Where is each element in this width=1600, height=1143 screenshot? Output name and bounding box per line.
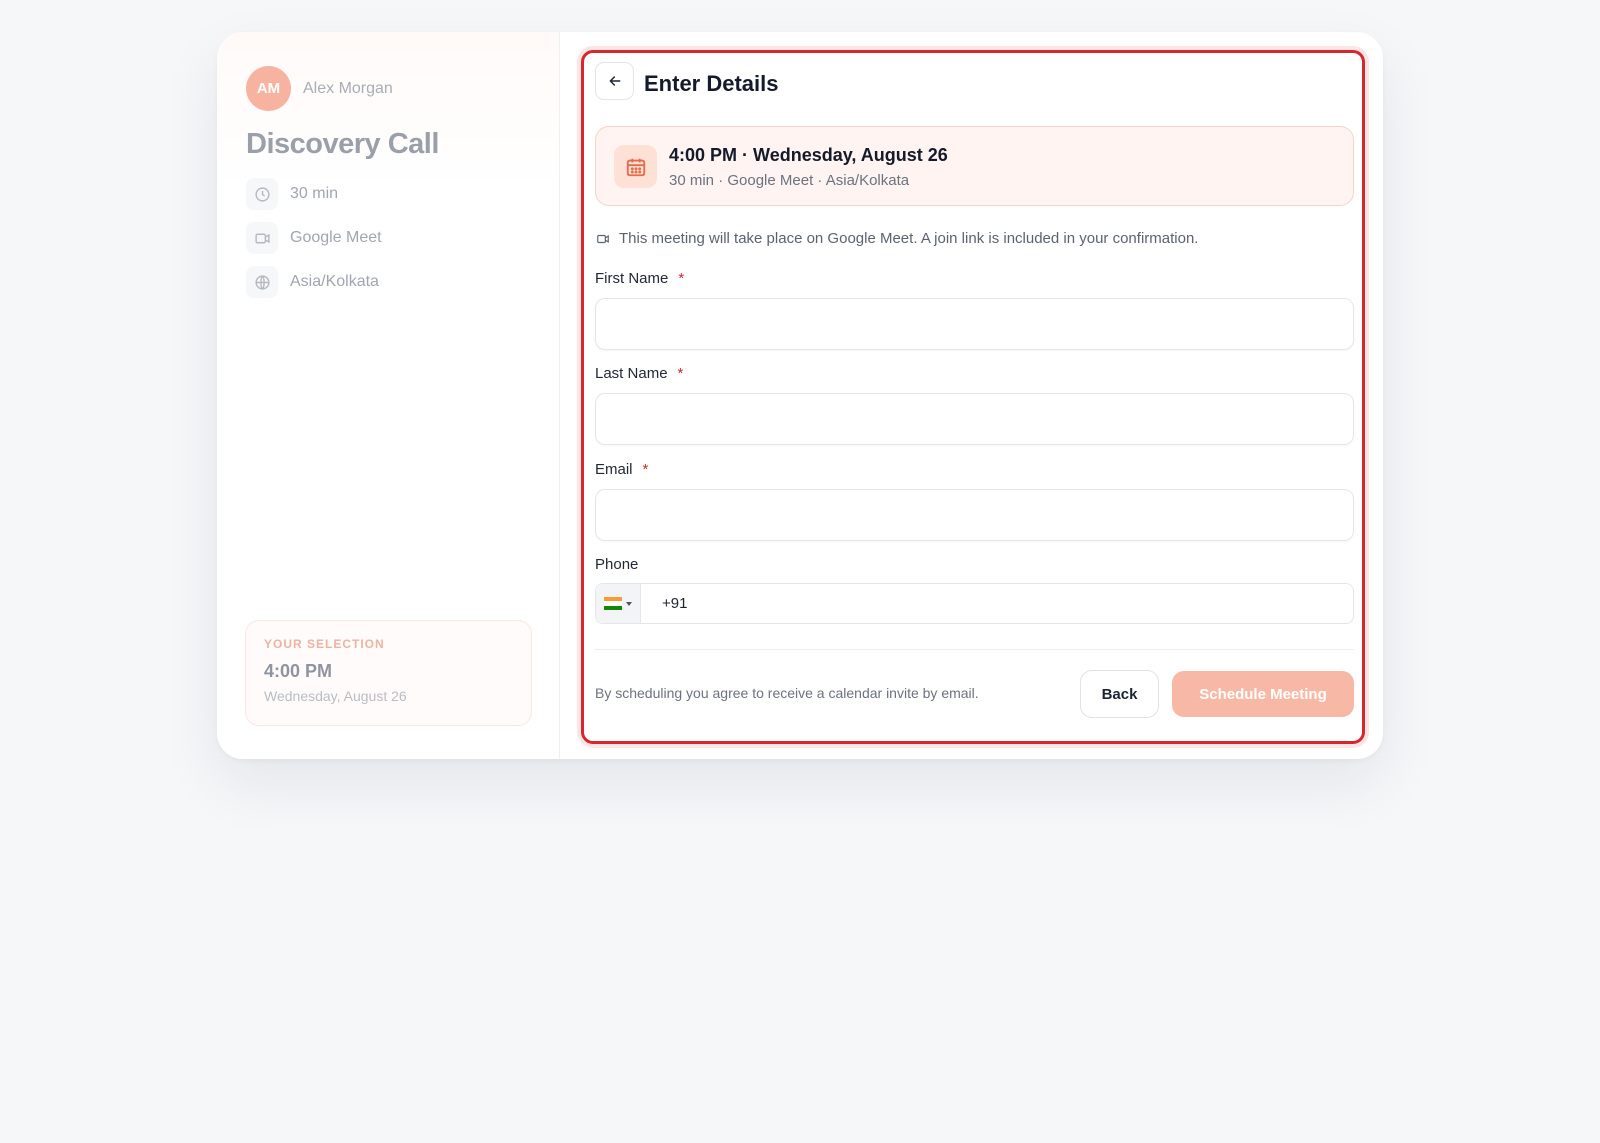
first-name-label-text: First Name — [595, 270, 669, 287]
required-mark: * — [677, 365, 684, 382]
event-duration: 30 min — [246, 178, 338, 210]
india-flag-icon — [604, 597, 622, 610]
timezone-text: Asia/Kolkata — [290, 273, 379, 290]
last-name-input[interactable] — [595, 393, 1354, 445]
host-name: Alex Morgan — [303, 79, 393, 97]
booking-summary: 4:00 PM · Wednesday, August 26 30 min · … — [595, 126, 1354, 206]
clock-icon — [246, 178, 278, 210]
event-timezone: Asia/Kolkata — [246, 266, 379, 298]
meeting-note-text: This meeting will take place on Google M… — [619, 230, 1199, 247]
summary-title: 4:00 PM · Wednesday, August 26 — [669, 145, 948, 165]
email-label: Email * — [595, 461, 648, 478]
selection-summary: YOUR SELECTION 4:00 PM Wednesday, August… — [245, 620, 532, 726]
booking-card: AM Alex Morgan Discovery Call 30 min Goo… — [217, 32, 1383, 759]
divider — [595, 649, 1354, 650]
event-location: Google Meet — [246, 222, 382, 254]
avatar: AM — [246, 66, 291, 111]
required-mark: * — [642, 461, 649, 478]
video-icon — [597, 234, 609, 243]
selection-date: Wednesday, August 26 — [264, 688, 407, 704]
first-name-input[interactable] — [595, 298, 1354, 350]
details-panel: Enter Details 4:00 PM · Wednesday, Augus… — [581, 50, 1365, 744]
event-info-panel: AM Alex Morgan Discovery Call 30 min Goo… — [217, 32, 560, 759]
phone-label: Phone — [595, 556, 638, 573]
event-title: Discovery Call — [246, 128, 439, 160]
location-text: Google Meet — [290, 229, 382, 246]
required-mark: * — [678, 270, 685, 287]
summary-subtitle: 30 min · Google Meet · Asia/Kolkata — [669, 172, 910, 189]
calendar-icon — [614, 145, 657, 188]
email-input[interactable] — [595, 489, 1354, 541]
selection-time: 4:00 PM — [264, 661, 333, 681]
phone-input[interactable]: +91 — [641, 584, 687, 623]
video-icon — [246, 222, 278, 254]
first-name-label: First Name * — [595, 270, 684, 287]
phone-label-text: Phone — [595, 556, 639, 573]
host-info: AM Alex Morgan — [246, 66, 393, 111]
chevron-down-icon — [626, 601, 632, 606]
arrow-left-icon — [609, 76, 620, 86]
last-name-label-text: Last Name — [595, 365, 668, 382]
globe-icon — [246, 266, 278, 298]
selection-label: YOUR SELECTION — [264, 637, 385, 651]
phone-field: +91 — [595, 583, 1354, 624]
back-arrow-button[interactable] — [595, 62, 634, 100]
meeting-note: This meeting will take place on Google M… — [595, 230, 1198, 247]
country-select[interactable] — [596, 584, 641, 623]
duration-text: 30 min — [290, 185, 339, 202]
email-label-text: Email — [595, 461, 633, 478]
legal-text: By scheduling you agree to receive a cal… — [595, 685, 979, 701]
last-name-label: Last Name * — [595, 365, 683, 382]
page-title: Enter Details — [644, 71, 779, 96]
schedule-meeting-button[interactable]: Schedule Meeting — [1172, 671, 1354, 717]
back-button[interactable]: Back — [1080, 670, 1159, 718]
